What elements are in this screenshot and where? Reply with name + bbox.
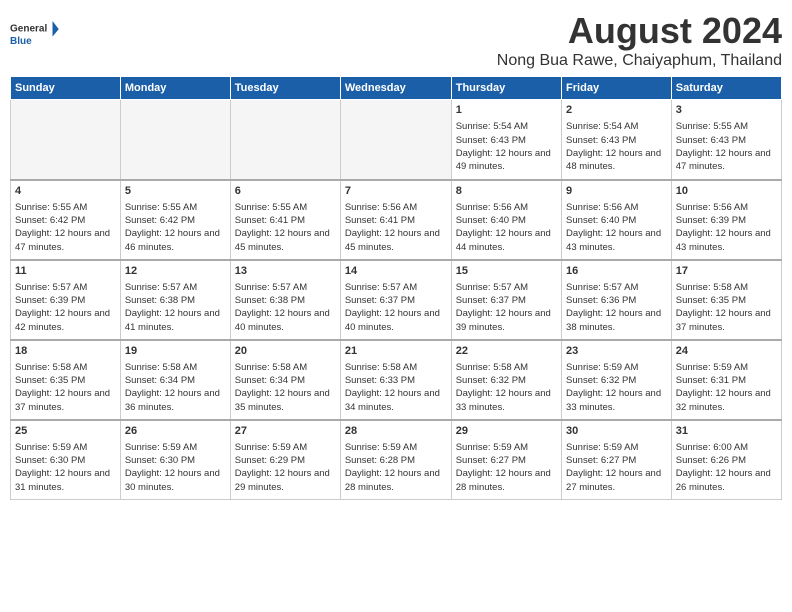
table-row: 28Sunrise: 5:59 AMSunset: 6:28 PMDayligh… — [340, 420, 451, 500]
table-row — [11, 100, 121, 180]
col-saturday: Saturday — [671, 77, 781, 100]
logo-svg: General Blue — [10, 10, 60, 60]
table-row: 17Sunrise: 5:58 AMSunset: 6:35 PMDayligh… — [671, 260, 781, 340]
table-row: 31Sunrise: 6:00 AMSunset: 6:26 PMDayligh… — [671, 420, 781, 500]
table-row: 5Sunrise: 5:55 AMSunset: 6:42 PMDaylight… — [120, 180, 230, 260]
table-row: 27Sunrise: 5:59 AMSunset: 6:29 PMDayligh… — [230, 420, 340, 500]
col-sunday: Sunday — [11, 77, 121, 100]
table-row: 6Sunrise: 5:55 AMSunset: 6:41 PMDaylight… — [230, 180, 340, 260]
svg-text:General: General — [10, 24, 47, 35]
col-tuesday: Tuesday — [230, 77, 340, 100]
table-row: 8Sunrise: 5:56 AMSunset: 6:40 PMDaylight… — [451, 180, 561, 260]
table-row — [340, 100, 451, 180]
table-row: 18Sunrise: 5:58 AMSunset: 6:35 PMDayligh… — [11, 340, 121, 420]
title-block: August 2024 Nong Bua Rawe, Chaiyaphum, T… — [497, 10, 782, 70]
table-row: 7Sunrise: 5:56 AMSunset: 6:41 PMDaylight… — [340, 180, 451, 260]
page-subtitle: Nong Bua Rawe, Chaiyaphum, Thailand — [497, 52, 782, 70]
table-row: 10Sunrise: 5:56 AMSunset: 6:39 PMDayligh… — [671, 180, 781, 260]
table-row: 14Sunrise: 5:57 AMSunset: 6:37 PMDayligh… — [340, 260, 451, 340]
table-row: 9Sunrise: 5:56 AMSunset: 6:40 PMDaylight… — [562, 180, 672, 260]
calendar-header: Sunday Monday Tuesday Wednesday Thursday… — [11, 77, 782, 100]
svg-text:Blue: Blue — [10, 36, 32, 47]
table-row: 12Sunrise: 5:57 AMSunset: 6:38 PMDayligh… — [120, 260, 230, 340]
calendar-table: Sunday Monday Tuesday Wednesday Thursday… — [10, 76, 782, 500]
col-friday: Friday — [562, 77, 672, 100]
col-wednesday: Wednesday — [340, 77, 451, 100]
table-row: 25Sunrise: 5:59 AMSunset: 6:30 PMDayligh… — [11, 420, 121, 500]
table-row: 13Sunrise: 5:57 AMSunset: 6:38 PMDayligh… — [230, 260, 340, 340]
table-row: 11Sunrise: 5:57 AMSunset: 6:39 PMDayligh… — [11, 260, 121, 340]
table-row: 1Sunrise: 5:54 AMSunset: 6:43 PMDaylight… — [451, 100, 561, 180]
calendar-body: 1Sunrise: 5:54 AMSunset: 6:43 PMDaylight… — [11, 100, 782, 500]
col-monday: Monday — [120, 77, 230, 100]
table-row: 4Sunrise: 5:55 AMSunset: 6:42 PMDaylight… — [11, 180, 121, 260]
table-row: 16Sunrise: 5:57 AMSunset: 6:36 PMDayligh… — [562, 260, 672, 340]
table-row: 21Sunrise: 5:58 AMSunset: 6:33 PMDayligh… — [340, 340, 451, 420]
col-thursday: Thursday — [451, 77, 561, 100]
logo: General Blue — [10, 10, 60, 60]
table-row: 2Sunrise: 5:54 AMSunset: 6:43 PMDaylight… — [562, 100, 672, 180]
page-title: August 2024 — [497, 10, 782, 52]
table-row: 15Sunrise: 5:57 AMSunset: 6:37 PMDayligh… — [451, 260, 561, 340]
table-row: 30Sunrise: 5:59 AMSunset: 6:27 PMDayligh… — [562, 420, 672, 500]
table-row: 26Sunrise: 5:59 AMSunset: 6:30 PMDayligh… — [120, 420, 230, 500]
table-row: 20Sunrise: 5:58 AMSunset: 6:34 PMDayligh… — [230, 340, 340, 420]
table-row: 29Sunrise: 5:59 AMSunset: 6:27 PMDayligh… — [451, 420, 561, 500]
table-row: 22Sunrise: 5:58 AMSunset: 6:32 PMDayligh… — [451, 340, 561, 420]
table-row — [230, 100, 340, 180]
table-row: 3Sunrise: 5:55 AMSunset: 6:43 PMDaylight… — [671, 100, 781, 180]
page-header: General Blue August 2024 Nong Bua Rawe, … — [10, 10, 782, 70]
table-row: 19Sunrise: 5:58 AMSunset: 6:34 PMDayligh… — [120, 340, 230, 420]
table-row: 23Sunrise: 5:59 AMSunset: 6:32 PMDayligh… — [562, 340, 672, 420]
table-row: 24Sunrise: 5:59 AMSunset: 6:31 PMDayligh… — [671, 340, 781, 420]
table-row — [120, 100, 230, 180]
